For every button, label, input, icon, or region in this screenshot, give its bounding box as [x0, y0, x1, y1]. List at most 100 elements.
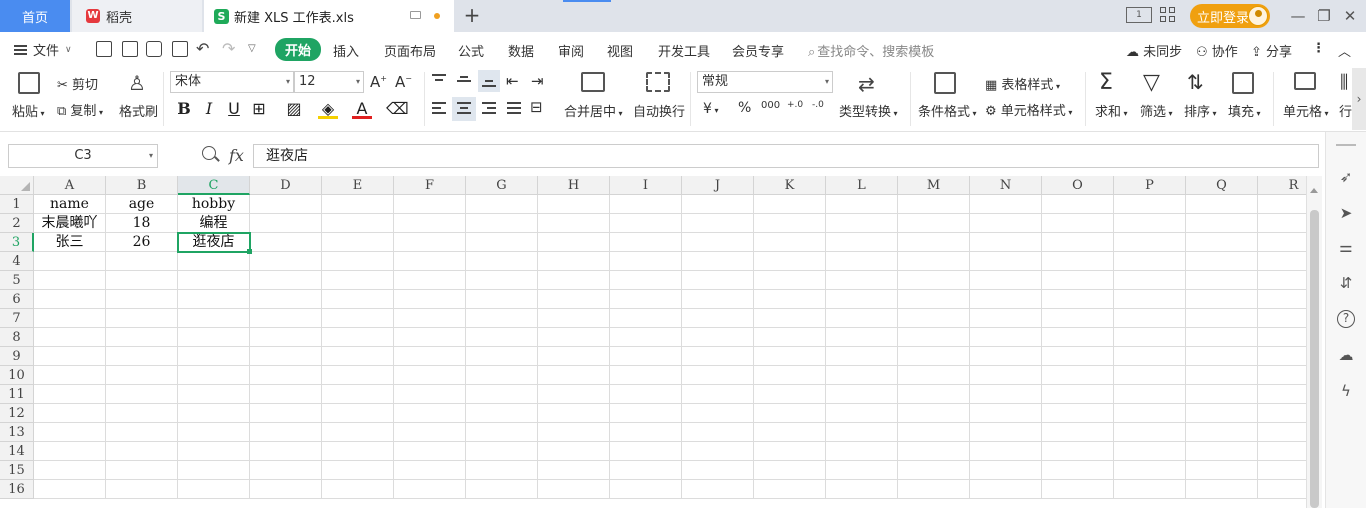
monitor-icon[interactable] — [410, 11, 421, 19]
cell[interactable] — [970, 461, 1042, 480]
cell[interactable] — [322, 271, 394, 290]
cell[interactable] — [1258, 480, 1306, 499]
cell[interactable] — [538, 385, 610, 404]
cell[interactable] — [610, 366, 682, 385]
restore-icon[interactable]: ❐ — [1314, 6, 1334, 26]
column-header[interactable]: F — [394, 176, 466, 195]
wrap-text-button[interactable]: 自动换行 — [633, 101, 685, 120]
cell[interactable] — [610, 309, 682, 328]
cell[interactable]: age — [106, 195, 178, 214]
cell[interactable] — [1186, 461, 1258, 480]
merge-center-button[interactable]: 合并居中 ▾ — [564, 101, 623, 120]
cell[interactable] — [1258, 423, 1306, 442]
cell[interactable] — [466, 233, 538, 252]
cell[interactable] — [682, 233, 754, 252]
apps-grid-icon[interactable] — [1160, 7, 1176, 23]
cell[interactable] — [898, 442, 970, 461]
column-header[interactable]: G — [466, 176, 538, 195]
cell[interactable] — [754, 366, 826, 385]
cell[interactable] — [250, 214, 322, 233]
cell[interactable] — [250, 252, 322, 271]
tab-data[interactable]: 数据 — [508, 41, 534, 60]
column-header[interactable]: N — [970, 176, 1042, 195]
cell[interactable] — [1114, 233, 1186, 252]
cell[interactable] — [34, 442, 106, 461]
cell[interactable] — [466, 347, 538, 366]
print-preview-icon[interactable] — [172, 41, 188, 57]
cell[interactable] — [250, 347, 322, 366]
cell[interactable] — [682, 214, 754, 233]
cell[interactable] — [1114, 347, 1186, 366]
cell[interactable] — [1042, 328, 1114, 347]
row-header[interactable]: 15 — [0, 461, 34, 480]
cell[interactable] — [682, 442, 754, 461]
cell[interactable] — [826, 233, 898, 252]
cell[interactable] — [322, 461, 394, 480]
cell[interactable] — [466, 252, 538, 271]
cell[interactable] — [34, 480, 106, 499]
increase-decimal-icon[interactable]: +.0 — [787, 100, 803, 110]
cell[interactable] — [466, 271, 538, 290]
cell[interactable] — [178, 366, 250, 385]
cell[interactable] — [898, 461, 970, 480]
thousands-separator-icon[interactable]: 000 — [761, 100, 780, 111]
cell[interactable] — [754, 461, 826, 480]
cell[interactable]: 末晨曦吖 — [34, 214, 106, 233]
row-header[interactable]: 2 — [0, 214, 34, 233]
cell[interactable] — [826, 423, 898, 442]
cell[interactable] — [250, 195, 322, 214]
cell[interactable] — [898, 385, 970, 404]
cell[interactable] — [970, 328, 1042, 347]
justify-icon[interactable] — [507, 102, 521, 116]
column-header[interactable]: J — [682, 176, 754, 195]
cell[interactable] — [754, 252, 826, 271]
cell[interactable] — [106, 309, 178, 328]
cell[interactable] — [466, 480, 538, 499]
cell[interactable] — [538, 252, 610, 271]
cell[interactable] — [970, 423, 1042, 442]
cell[interactable] — [178, 347, 250, 366]
cell[interactable] — [610, 290, 682, 309]
align-top-icon[interactable] — [432, 74, 446, 86]
cell[interactable] — [34, 328, 106, 347]
cell[interactable] — [394, 461, 466, 480]
cell[interactable] — [754, 214, 826, 233]
cell[interactable] — [538, 328, 610, 347]
cell[interactable] — [610, 195, 682, 214]
cell[interactable] — [1042, 404, 1114, 423]
cell[interactable] — [754, 233, 826, 252]
cell[interactable] — [682, 347, 754, 366]
cell[interactable] — [538, 480, 610, 499]
cell[interactable] — [682, 423, 754, 442]
cell[interactable] — [322, 233, 394, 252]
ribbon-scroll-right-icon[interactable]: › — [1352, 68, 1366, 130]
cell-fill-pattern-icon[interactable]: ▨ — [284, 99, 304, 119]
lightning-icon[interactable]: ϟ — [1337, 382, 1355, 400]
book-icon[interactable]: 1 — [1126, 7, 1152, 23]
cell[interactable] — [682, 385, 754, 404]
cell[interactable] — [538, 461, 610, 480]
cell[interactable] — [322, 309, 394, 328]
cell[interactable] — [1186, 423, 1258, 442]
cloud-backup-icon[interactable]: ☁ — [1337, 346, 1355, 364]
cell[interactable] — [538, 195, 610, 214]
align-middle-icon[interactable] — [457, 74, 471, 86]
cell[interactable] — [1042, 385, 1114, 404]
cell[interactable] — [250, 480, 322, 499]
cell[interactable] — [1258, 309, 1306, 328]
cell[interactable] — [754, 271, 826, 290]
cell[interactable] — [34, 366, 106, 385]
cell[interactable] — [1114, 290, 1186, 309]
cell[interactable] — [1042, 290, 1114, 309]
cell[interactable] — [538, 309, 610, 328]
tab-start[interactable]: 开始 — [275, 38, 322, 61]
name-box[interactable]: C3 ▾ — [8, 144, 158, 168]
cell[interactable] — [250, 290, 322, 309]
cell[interactable] — [178, 385, 250, 404]
cell[interactable]: 18 — [106, 214, 178, 233]
cell[interactable] — [610, 233, 682, 252]
cell[interactable] — [1114, 252, 1186, 271]
cell[interactable] — [1114, 328, 1186, 347]
cell[interactable] — [106, 385, 178, 404]
font-size-select[interactable]: 12 ▾ — [294, 71, 364, 93]
